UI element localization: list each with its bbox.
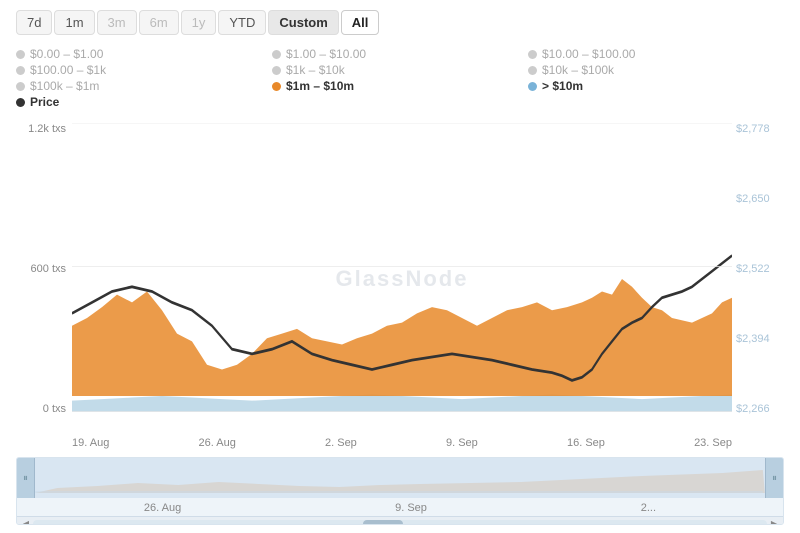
btn-6m[interactable]: 6m <box>139 10 179 35</box>
legend-label-price: Price <box>30 95 59 109</box>
legend-item-6: $100k – $1m <box>16 79 272 93</box>
legend-item-price: Price <box>16 95 272 109</box>
y-left-top: 1.2k txs <box>28 123 66 135</box>
x-label-0: 19. Aug <box>72 437 109 449</box>
y-right-2: $2,650 <box>736 193 770 205</box>
time-range-buttons: 7d 1m 3m 6m 1y YTD Custom All <box>16 10 784 35</box>
legend-label-4: $1k – $10k <box>286 63 345 77</box>
y-right-4: $2,394 <box>736 333 770 345</box>
minimap-handle-left[interactable]: ⏸ <box>17 458 35 498</box>
minimap-label-2: 2... <box>641 502 656 514</box>
minimap-label-1: 9. Sep <box>395 502 427 514</box>
btn-ytd[interactable]: YTD <box>218 10 266 35</box>
legend-item-3: $100.00 – $1k <box>16 63 272 77</box>
legend-item-4: $1k – $10k <box>272 63 528 77</box>
area-blue <box>72 394 732 411</box>
btn-1m[interactable]: 1m <box>54 10 94 35</box>
scroll-right-arrow[interactable]: ▶ <box>767 517 781 526</box>
minimap-labels: 26. Aug 9. Sep 2... <box>17 498 783 516</box>
y-right-1: $2,778 <box>736 123 770 135</box>
legend-item-7: $1m – $10m <box>272 79 528 93</box>
legend-label-1: $1.00 – $10.00 <box>286 47 366 61</box>
legend-label-3: $100.00 – $1k <box>30 63 106 77</box>
legend-dot-5 <box>528 66 537 75</box>
chart-legend: $0.00 – $1.00 $1.00 – $10.00 $10.00 – $1… <box>16 47 784 109</box>
legend-dot-1 <box>272 50 281 59</box>
legend-item-8: > $10m <box>528 79 784 93</box>
legend-dot-0 <box>16 50 25 59</box>
legend-label-2: $10.00 – $100.00 <box>542 47 635 61</box>
legend-label-8: > $10m <box>542 79 583 93</box>
legend-dot-8 <box>528 82 537 91</box>
legend-dot-2 <box>528 50 537 59</box>
y-axis-left: 1.2k txs 600 txs 0 txs <box>16 123 72 435</box>
legend-label-7: $1m – $10m <box>286 79 354 93</box>
scroll-track[interactable] <box>33 520 767 526</box>
minimap[interactable]: ⏸ ⏸ 26. Aug 9. Sep 2... ◀ ▶ <box>16 457 784 525</box>
minimap-handle-right[interactable]: ⏸ <box>765 458 783 498</box>
minimap-highlight <box>17 458 783 498</box>
legend-dot-6 <box>16 82 25 91</box>
btn-1y[interactable]: 1y <box>181 10 217 35</box>
handle-left-icon: ⏸ <box>23 473 28 484</box>
legend-label-0: $0.00 – $1.00 <box>30 47 103 61</box>
legend-dot-7 <box>272 82 281 91</box>
x-label-5: 23. Sep <box>694 437 732 449</box>
y-right-3: $2,522 <box>736 263 770 275</box>
legend-label-5: $10k – $100k <box>542 63 614 77</box>
legend-dot-3 <box>16 66 25 75</box>
main-container: 7d 1m 3m 6m 1y YTD Custom All $0.00 – $1… <box>0 0 800 533</box>
chart-area: 1.2k txs 600 txs 0 txs GlassNode <box>16 123 784 435</box>
x-label-1: 26. Aug <box>199 437 236 449</box>
y-axis-right: $2,778 $2,650 $2,522 $2,394 $2,266 <box>732 123 784 435</box>
minimap-inner: ⏸ ⏸ <box>17 458 783 498</box>
legend-item-0: $0.00 – $1.00 <box>16 47 272 61</box>
x-label-2: 2. Sep <box>325 437 357 449</box>
x-label-3: 9. Sep <box>446 437 478 449</box>
legend-item-1: $1.00 – $10.00 <box>272 47 528 61</box>
scroll-left-arrow[interactable]: ◀ <box>19 517 33 526</box>
btn-custom[interactable]: Custom <box>268 10 338 35</box>
legend-dot-price <box>16 98 25 107</box>
btn-7d[interactable]: 7d <box>16 10 52 35</box>
y-left-mid: 600 txs <box>31 263 66 275</box>
x-label-4: 16. Sep <box>567 437 605 449</box>
chart-svg: GlassNode <box>72 123 732 435</box>
y-left-bot: 0 txs <box>43 403 66 415</box>
legend-item-2: $10.00 – $100.00 <box>528 47 784 61</box>
minimap-label-0: 26. Aug <box>144 502 181 514</box>
handle-right-icon: ⏸ <box>772 473 777 484</box>
y-right-5: $2,266 <box>736 403 770 415</box>
x-axis: 19. Aug 26. Aug 2. Sep 9. Sep 16. Sep 23… <box>72 435 732 449</box>
btn-3m[interactable]: 3m <box>97 10 137 35</box>
area-orange <box>72 279 732 396</box>
btn-all[interactable]: All <box>341 10 380 35</box>
minimap-scrollbar: ◀ ▶ <box>17 516 783 525</box>
legend-label-6: $100k – $1m <box>30 79 99 93</box>
legend-item-5: $10k – $100k <box>528 63 784 77</box>
chart-wrapper: 1.2k txs 600 txs 0 txs GlassNode <box>16 123 784 449</box>
legend-dot-4 <box>272 66 281 75</box>
scroll-thumb[interactable] <box>363 520 403 526</box>
